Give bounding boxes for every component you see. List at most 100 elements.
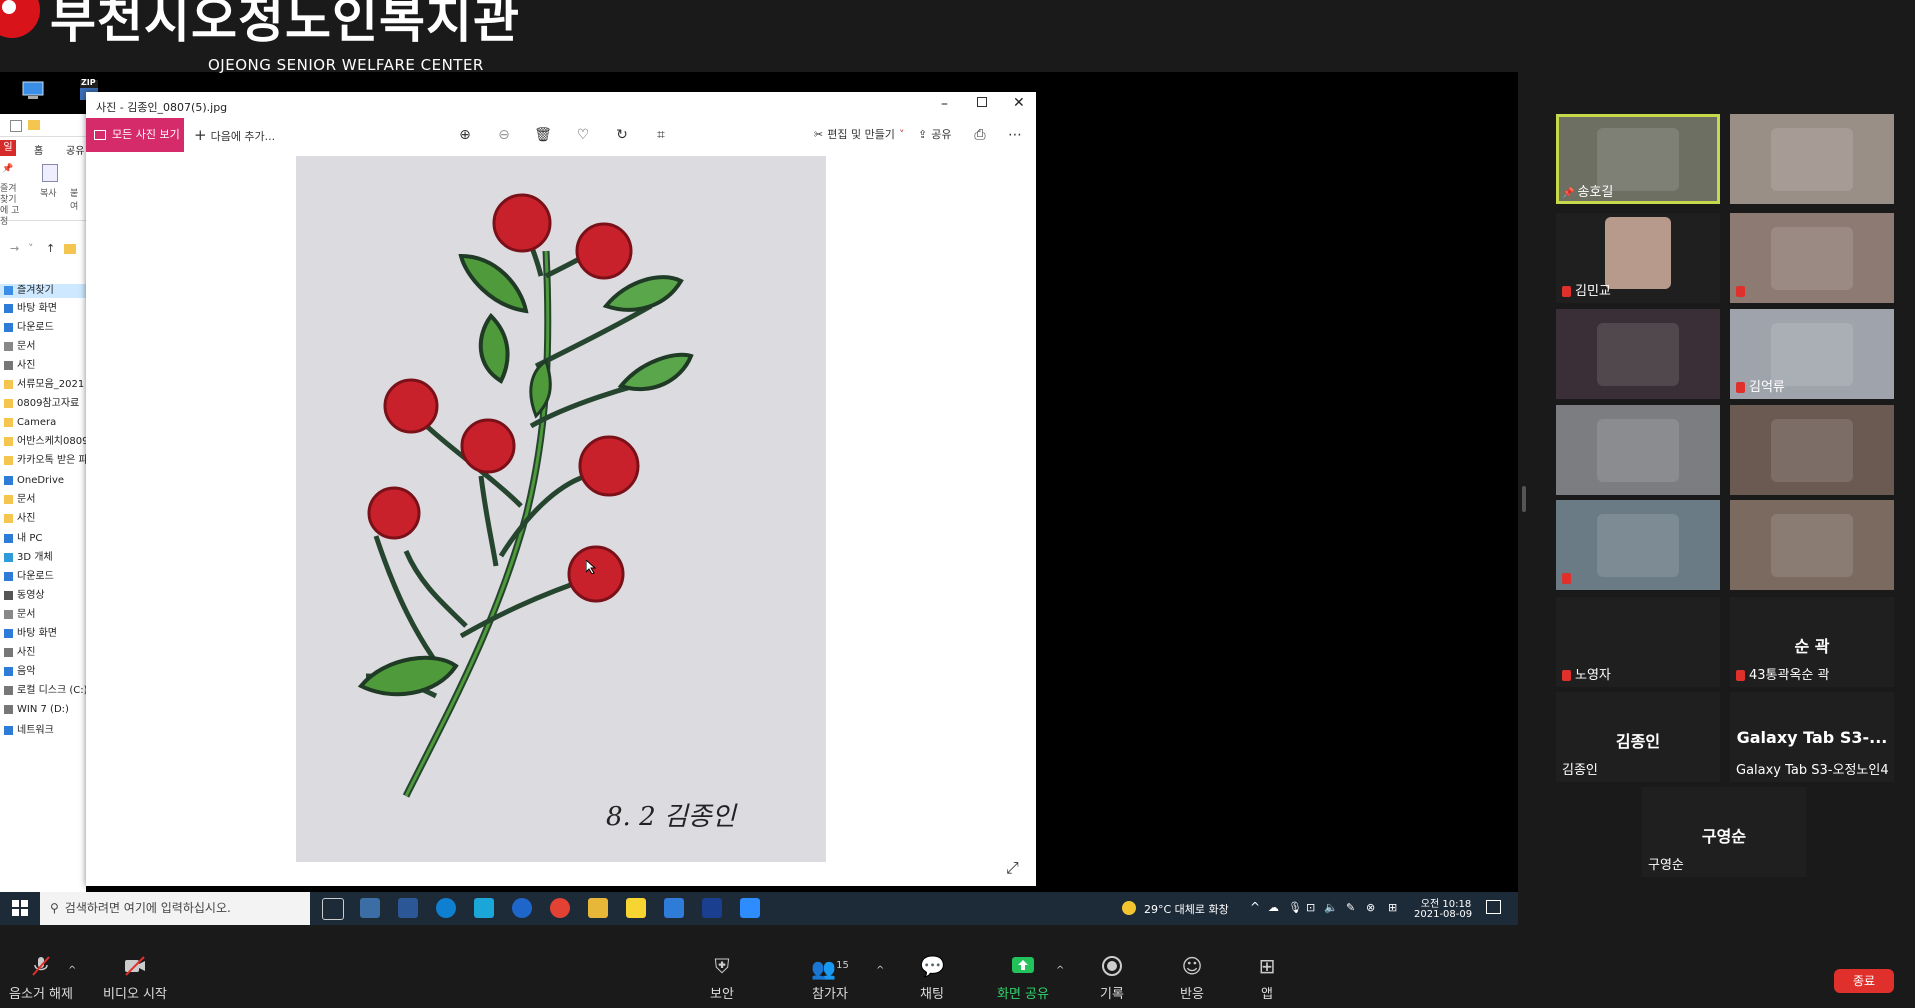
unmute-button[interactable]: 음소거 해제 <box>8 955 74 1002</box>
favorite-heart-icon[interactable]: ♡ <box>574 126 592 144</box>
volume-tray-icon[interactable]: 🔈 <box>1324 901 1338 914</box>
rotate-icon[interactable]: ↻ <box>613 126 631 144</box>
participant-tile[interactable] <box>1556 500 1720 590</box>
add-to-button[interactable]: + 다음에 추가... <box>194 118 275 152</box>
explorer-nav-item[interactable]: 음악 <box>4 665 35 679</box>
status-tray-icon[interactable]: ⊗ <box>1366 901 1375 914</box>
ribbon-tab-file[interactable]: 일 <box>0 140 16 156</box>
reactions-button[interactable]: ☺ 반응 <box>1172 955 1212 1002</box>
start-video-button[interactable]: 비디오 시작 <box>100 955 170 1002</box>
explorer-nav-item[interactable]: 사진 <box>4 359 35 373</box>
explorer-nav-item[interactable]: 바탕 화면 <box>4 627 57 641</box>
photos-app-icon[interactable] <box>664 898 684 918</box>
cloud-icon[interactable]: ☁ <box>1268 901 1279 914</box>
explorer-nav-item[interactable]: 즐겨찾기 <box>0 284 86 298</box>
end-meeting-button[interactable]: 종료 <box>1834 969 1894 993</box>
participant-tile[interactable]: 김억류 <box>1730 309 1894 399</box>
explorer-nav-item[interactable]: 서류모음_2021 <box>4 378 84 392</box>
explorer-nav-item[interactable]: 네트워크 <box>4 724 54 738</box>
copy-icon[interactable] <box>42 164 58 182</box>
more-options-icon[interactable]: ⋯ <box>1006 126 1024 144</box>
explorer-nav-item[interactable]: 내 PC <box>4 532 42 546</box>
zoom-app-icon[interactable] <box>740 898 760 918</box>
crop-icon[interactable]: ⌗ <box>652 126 670 144</box>
explorer-nav-item[interactable]: 동영상 <box>4 589 45 603</box>
minimize-icon[interactable]: – <box>941 96 948 112</box>
participant-tile[interactable]: 순 곽 43통곽옥순 곽 <box>1730 597 1894 687</box>
explorer-nav-item[interactable]: 사진 <box>4 646 35 660</box>
dropdown-chevron-icon[interactable]: ˅ <box>28 242 34 255</box>
copy-button[interactable]: 복사 <box>40 186 57 199</box>
participant-tile[interactable]: 구영순 구영순 <box>1642 787 1806 877</box>
maximize-icon[interactable] <box>977 97 987 107</box>
explorer-nav-item[interactable]: 0809참고자료 <box>4 397 79 411</box>
chat-button[interactable]: 💬 채팅 <box>912 955 952 1002</box>
participant-tile[interactable] <box>1730 500 1894 590</box>
security-button[interactable]: ⛨ 보안 <box>700 955 744 1002</box>
ime-tray-icon[interactable]: ⊞ <box>1388 901 1397 914</box>
participants-button[interactable]: 👥15 참가자 <box>800 955 860 1002</box>
all-photos-button[interactable]: 모든 사진 보기 <box>86 118 184 152</box>
pen-tray-icon[interactable]: ✎ <box>1346 901 1355 914</box>
fullscreen-expand-icon[interactable]: ⤢ <box>1006 858 1019 878</box>
explorer-nav-item[interactable]: 어반스케치0809 <box>4 435 86 449</box>
notification-icon[interactable] <box>1486 900 1501 914</box>
zoom-out-icon[interactable]: ⊖ <box>495 126 513 144</box>
edge-browser-icon[interactable] <box>436 898 456 918</box>
close-icon[interactable]: ✕ <box>1013 95 1025 111</box>
explorer-nav-item[interactable]: OneDrive <box>4 474 64 488</box>
participant-tile[interactable] <box>1730 405 1894 495</box>
participant-tile[interactable] <box>1556 405 1720 495</box>
computer-desktop-icon[interactable] <box>20 80 46 106</box>
participants-chevron-icon[interactable]: ^ <box>876 965 884 976</box>
participant-tile[interactable]: 노영자 <box>1556 597 1720 687</box>
share-button[interactable]: ⇪ 공유 <box>918 118 951 152</box>
network-tray-icon[interactable]: ⊡ <box>1306 901 1315 914</box>
kakaotalk-icon[interactable] <box>626 898 646 918</box>
pin-icon[interactable]: 📌 <box>2 164 16 178</box>
participant-tile[interactable] <box>1556 309 1720 399</box>
pin-quick-access-button[interactable]: 즐겨찾기에 고정 <box>0 184 22 228</box>
delete-icon[interactable]: 🗑 <box>534 126 552 144</box>
explorer-nav-item[interactable]: 문서 <box>4 340 35 354</box>
participant-tile[interactable]: 김종인 김종인 <box>1556 692 1720 782</box>
participant-tile[interactable]: 📌 송호길 <box>1556 114 1720 204</box>
participant-tile[interactable]: 김민교 <box>1556 213 1720 303</box>
explorer-nav-item[interactable]: WIN 7 (D:) <box>4 703 69 717</box>
explorer-nav-item[interactable]: Camera <box>4 416 56 430</box>
windows-start-icon[interactable] <box>12 900 28 916</box>
tray-chevron-up-icon[interactable]: ^ <box>1250 900 1260 914</box>
taskbar-search-box[interactable]: ⚲ 검색하려면 여기에 입력하십시오. <box>40 892 310 925</box>
explorer-nav-item[interactable]: 3D 개체 <box>4 551 53 565</box>
clock-time[interactable]: 오전 10:18 <box>1418 895 1474 910</box>
audio-options-chevron-icon[interactable]: ^ <box>68 965 76 976</box>
explorer-nav-item[interactable]: 로컬 디스크 (C:) <box>4 684 86 698</box>
file-explorer-icon[interactable] <box>588 898 608 918</box>
record-button[interactable]: 기록 <box>1092 955 1132 1002</box>
internet-explorer-icon[interactable] <box>512 898 532 918</box>
microphone-tray-icon[interactable]: 🎙 <box>1288 901 1302 914</box>
checkbox-icon[interactable] <box>10 120 22 132</box>
edit-create-button[interactable]: ✂ 편집 및 만들기 ˅ <box>814 118 904 152</box>
gallery-resize-handle[interactable] <box>1522 486 1526 512</box>
pen-app-icon[interactable] <box>398 898 418 918</box>
clock-date[interactable]: 2021-08-09 <box>1414 909 1472 920</box>
back-arrow-icon[interactable]: → <box>10 242 19 255</box>
explorer-nav-item[interactable]: 카카오톡 받은 파 <box>4 454 86 468</box>
weather-text[interactable]: 29°C 대체로 화창 <box>1144 901 1229 917</box>
task-view-icon[interactable] <box>322 898 344 920</box>
explorer-nav-item[interactable]: 다운로드 <box>4 570 54 584</box>
chrome-icon[interactable] <box>550 898 570 918</box>
share-options-chevron-icon[interactable]: ^ <box>1056 965 1064 976</box>
paste-button[interactable]: 붙여 <box>70 186 86 212</box>
apps-button[interactable]: ⊞ 앱 <box>1252 955 1282 1002</box>
up-arrow-icon[interactable]: ↑ <box>46 242 55 255</box>
zoom-in-icon[interactable]: ⊕ <box>456 126 474 144</box>
explorer-nav-item[interactable]: 사진 <box>4 512 35 526</box>
calculator-icon[interactable] <box>360 898 380 918</box>
participant-tile[interactable] <box>1730 114 1894 204</box>
ribbon-tab-home[interactable]: 홈 <box>34 142 43 157</box>
explorer-nav-item[interactable]: 다운로드 <box>4 321 54 335</box>
explorer-nav-item[interactable]: 바탕 화면 <box>4 302 57 316</box>
bird-app-icon[interactable] <box>474 898 494 918</box>
